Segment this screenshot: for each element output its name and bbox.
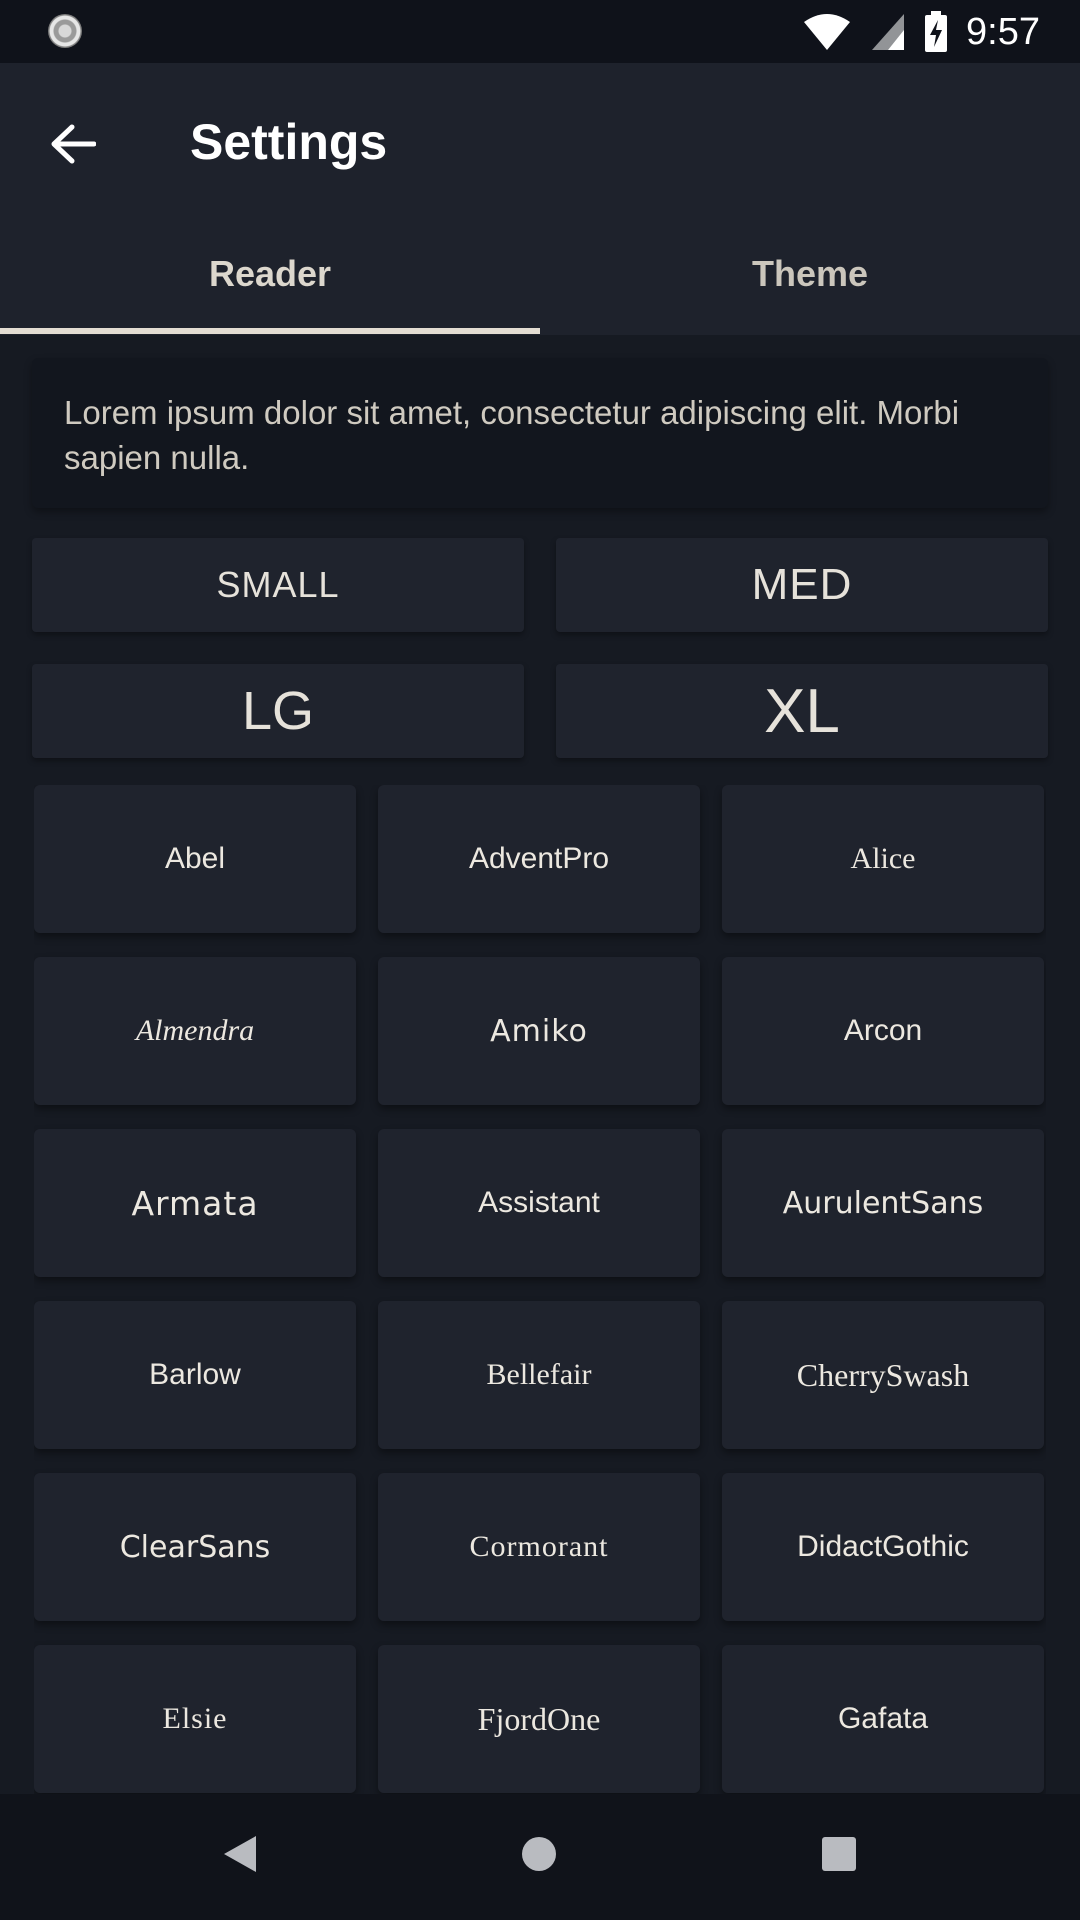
font-option-aurulentsans[interactable]: AurulentSans bbox=[722, 1129, 1044, 1277]
font-option-amiko[interactable]: Amiko bbox=[378, 957, 700, 1105]
font-option-cherryswash[interactable]: CherrySwash bbox=[722, 1301, 1044, 1449]
wifi-icon bbox=[802, 12, 852, 52]
preview-text: Lorem ipsum dolor sit amet, consectetur … bbox=[64, 394, 960, 476]
font-option-fjordone[interactable]: FjordOne bbox=[378, 1645, 700, 1793]
font-option-gafata[interactable]: Gafata bbox=[722, 1645, 1044, 1793]
font-option-cormorant[interactable]: Cormorant bbox=[378, 1473, 700, 1621]
status-bar: 9:57 bbox=[0, 0, 1080, 63]
arrow-back-icon bbox=[51, 124, 96, 164]
font-option-barlow[interactable]: Barlow bbox=[34, 1301, 356, 1449]
font-option-almendra[interactable]: Almendra bbox=[34, 957, 356, 1105]
font-option-didactgothic[interactable]: DidactGothic bbox=[722, 1473, 1044, 1621]
size-xl-button[interactable]: XL bbox=[556, 664, 1048, 758]
font-option-abel[interactable]: Abel bbox=[34, 785, 356, 933]
nav-home-icon[interactable] bbox=[522, 1837, 556, 1871]
font-preview: Lorem ipsum dolor sit amet, consectetur … bbox=[32, 358, 1048, 508]
font-option-alice[interactable]: Alice bbox=[722, 785, 1044, 933]
tab-reader[interactable]: Reader bbox=[0, 205, 540, 335]
size-small-button[interactable]: SMALL bbox=[32, 538, 524, 632]
font-option-adventpro[interactable]: AdventPro bbox=[378, 785, 700, 933]
tab-theme[interactable]: Theme bbox=[540, 205, 1080, 335]
font-option-armata[interactable]: Armata bbox=[34, 1129, 356, 1277]
tab-bar: Reader Theme bbox=[0, 205, 1080, 335]
system-nav-bar bbox=[0, 1794, 1080, 1920]
nav-recents-icon[interactable] bbox=[822, 1837, 856, 1871]
font-option-bellefair[interactable]: Bellefair bbox=[378, 1301, 700, 1449]
back-button[interactable] bbox=[40, 111, 106, 177]
font-grid: Abel AdventPro Alice Almendra Amiko Arco… bbox=[34, 785, 1046, 1795]
nav-back-icon[interactable] bbox=[222, 1834, 258, 1874]
tab-indicator bbox=[0, 328, 540, 334]
battery-charging-icon bbox=[924, 11, 948, 53]
sync-icon bbox=[48, 14, 82, 48]
clock: 9:57 bbox=[966, 10, 1040, 53]
page-title: Settings bbox=[190, 114, 388, 170]
size-med-button[interactable]: MED bbox=[556, 538, 1048, 632]
cell-signal-icon bbox=[870, 12, 906, 52]
font-option-assistant[interactable]: Assistant bbox=[378, 1129, 700, 1277]
size-lg-button[interactable]: LG bbox=[32, 664, 524, 758]
font-option-elsie[interactable]: Elsie bbox=[34, 1645, 356, 1793]
font-option-arcon[interactable]: Arcon bbox=[722, 957, 1044, 1105]
font-option-clearsans[interactable]: ClearSans bbox=[34, 1473, 356, 1621]
